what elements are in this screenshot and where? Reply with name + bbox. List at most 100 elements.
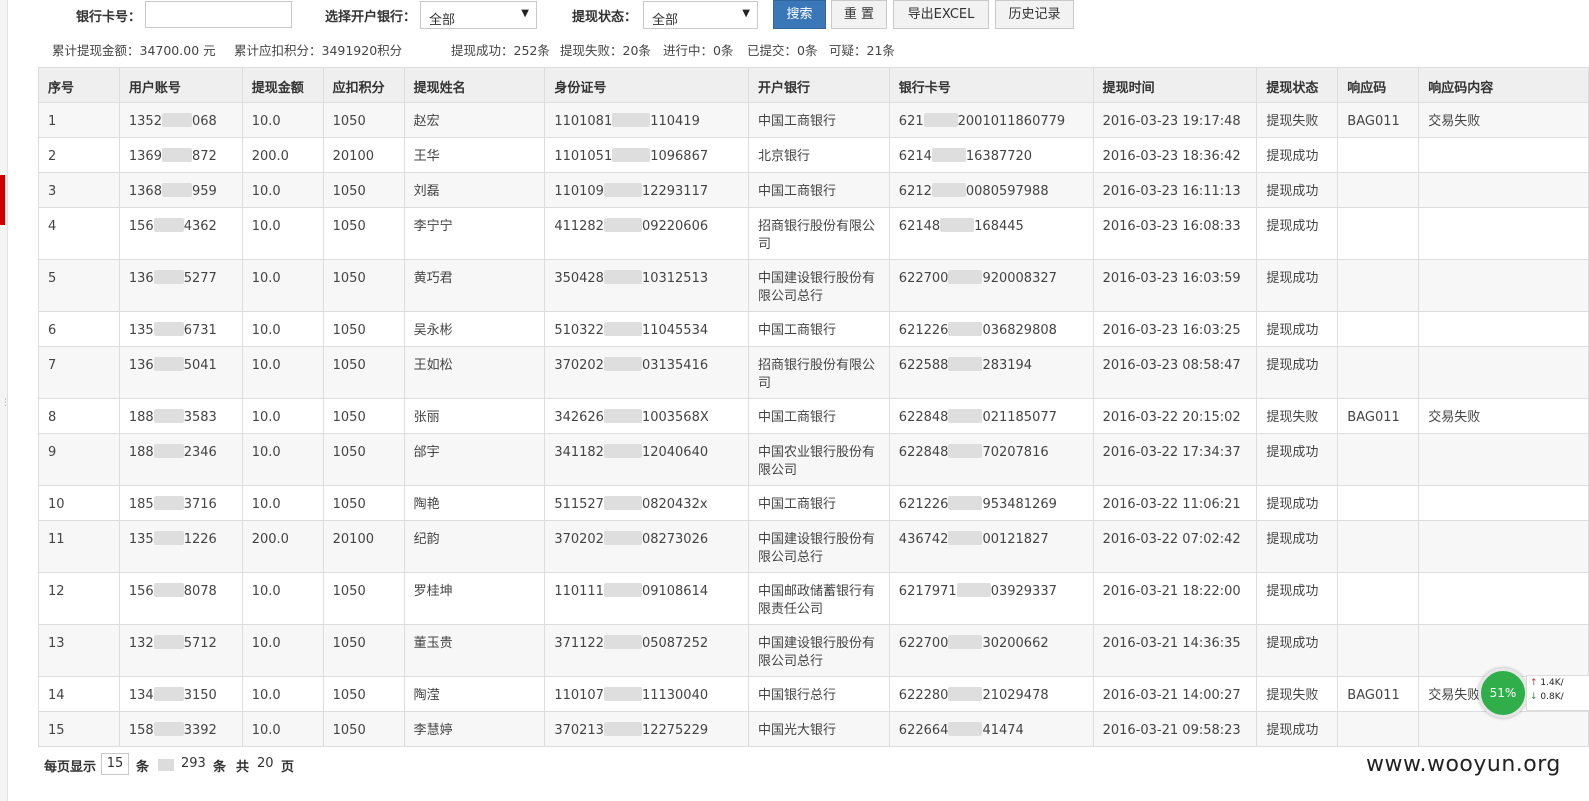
cell-card: 621 2001011860779 bbox=[888, 102, 1094, 138]
cell-time: 2016-03-23 16:08:33 bbox=[1092, 207, 1258, 260]
account-suffix: 1226 bbox=[183, 532, 217, 547]
col-header[interactable]: 用户账号 bbox=[118, 67, 243, 103]
bank-name: 中国建设银行股份有限公司总行 bbox=[758, 636, 876, 669]
cell-points: 1050 bbox=[322, 676, 405, 712]
masked-value bbox=[153, 635, 184, 649]
points: 1050 bbox=[332, 636, 366, 651]
bank-name: 中国工商银行 bbox=[758, 410, 837, 425]
points: 20100 bbox=[332, 149, 374, 164]
cell-status: 提现成功 bbox=[1256, 172, 1339, 208]
row-index: 3 bbox=[48, 184, 57, 199]
masked-value bbox=[612, 148, 651, 162]
filter-bar: 银行卡号： 选择开户银行： 全部 ▼ 提现状态： 全部 ▼ 搜索 重 置 导出E… bbox=[0, 0, 1589, 32]
card-number-input[interactable] bbox=[145, 1, 292, 28]
cell-bank: 中国建设银行股份有限公司总行 bbox=[748, 520, 890, 573]
masked-value bbox=[948, 322, 983, 336]
col-header[interactable]: 提现时间 bbox=[1092, 67, 1258, 103]
cell-points: 1050 bbox=[322, 346, 405, 399]
masked-value bbox=[153, 687, 184, 701]
col-header[interactable]: 提现姓名 bbox=[403, 67, 546, 103]
cell-code-msg bbox=[1418, 520, 1589, 573]
cell-status: 提现成功 bbox=[1256, 259, 1339, 312]
speed-panel: ↑ 1.4K/ ↓ 0.8K/ bbox=[1526, 675, 1589, 711]
masked-value bbox=[161, 113, 192, 127]
status-text: 提现成功 bbox=[1266, 636, 1319, 651]
cell-points: 1050 bbox=[322, 259, 405, 312]
points: 1050 bbox=[332, 688, 366, 703]
amount: 10.0 bbox=[251, 636, 281, 651]
bank-name: 中国邮政储蓄银行有限责任公司 bbox=[758, 584, 876, 617]
withdraw-time: 2016-03-21 14:00:27 bbox=[1102, 688, 1241, 703]
bank-select[interactable]: 全部 ▼ bbox=[420, 1, 537, 29]
holder-name: 赵宏 bbox=[413, 114, 440, 129]
cell-id: 1101051 1096867 bbox=[544, 137, 750, 173]
chevron-down-icon: ▼ bbox=[521, 8, 529, 19]
col-header[interactable]: 银行卡号 bbox=[888, 67, 1094, 103]
card-prefix: 622280 bbox=[898, 688, 949, 703]
amount: 10.0 bbox=[251, 445, 281, 460]
cell-id: 370202 03135416 bbox=[544, 346, 750, 399]
holder-name: 黄巧君 bbox=[413, 271, 453, 286]
cell-account: 1352 068 bbox=[118, 102, 243, 138]
cell-code bbox=[1337, 259, 1420, 312]
account-prefix: 188 bbox=[128, 445, 154, 460]
history-button[interactable]: 历史记录 bbox=[995, 0, 1074, 29]
col-header[interactable]: 响应码 bbox=[1337, 67, 1420, 103]
cell-index: 15 bbox=[38, 711, 120, 747]
col-header[interactable]: 身份证号 bbox=[544, 67, 750, 103]
cell-index: 8 bbox=[38, 398, 120, 434]
masked-value bbox=[948, 496, 983, 510]
masked-value bbox=[603, 270, 642, 284]
amount: 10.0 bbox=[251, 584, 281, 599]
export-excel-button[interactable]: 导出EXCEL bbox=[893, 0, 989, 29]
cell-code-msg bbox=[1418, 346, 1589, 399]
cell-id: 110107 11130040 bbox=[544, 676, 750, 712]
status-select[interactable]: 全部 ▼ bbox=[643, 1, 758, 29]
bank-name: 中国建设银行股份有限公司总行 bbox=[758, 532, 876, 565]
masked-value bbox=[603, 687, 642, 701]
masked-value bbox=[931, 148, 966, 162]
speed-ball[interactable]: 51% bbox=[1478, 668, 1528, 718]
col-header[interactable]: 提现状态 bbox=[1256, 67, 1339, 103]
account-suffix: 5277 bbox=[183, 271, 217, 286]
col-header[interactable]: 提现金额 bbox=[241, 67, 324, 103]
col-header[interactable]: 序号 bbox=[38, 67, 120, 103]
cell-code bbox=[1337, 520, 1420, 573]
bank-name: 中国工商银行 bbox=[758, 184, 837, 199]
per-page-input[interactable]: 15 bbox=[101, 753, 129, 775]
account-prefix: 134 bbox=[128, 688, 154, 703]
masked-value bbox=[153, 444, 184, 458]
id-prefix: 371122 bbox=[554, 636, 604, 651]
cell-code: BAG011 bbox=[1337, 398, 1420, 434]
amount: 10.0 bbox=[251, 723, 281, 738]
resize-grip-icon[interactable]: ⋮ bbox=[1, 399, 10, 414]
cell-card: 622664 41474 bbox=[888, 711, 1094, 747]
table-row: 13 132 5712 10.0 1050 董玉贵 371122 05087252 中国建设银行… bbox=[38, 624, 1589, 677]
card-suffix: 41474 bbox=[982, 723, 1024, 738]
card-prefix: 622588 bbox=[898, 358, 949, 373]
cell-name: 王华 bbox=[403, 137, 546, 173]
success-count: 提现成功：252条 bbox=[451, 43, 550, 58]
table-row: 15 158 3392 10.0 1050 李慧婷 370213 12275229 中国光大银行… bbox=[38, 711, 1589, 747]
masked-value bbox=[603, 218, 642, 232]
cell-code bbox=[1337, 624, 1420, 677]
id-suffix: 11130040 bbox=[641, 688, 709, 703]
masked-value bbox=[948, 270, 983, 284]
col-header[interactable]: 响应码内容 bbox=[1418, 67, 1589, 103]
account-prefix: 136 bbox=[128, 358, 154, 373]
cell-account: 136 5277 bbox=[118, 259, 243, 312]
masked-value bbox=[153, 583, 184, 597]
cell-status: 提现成功 bbox=[1256, 572, 1339, 625]
per-page-unit: 条 bbox=[136, 760, 150, 775]
cell-card: 62148 168445 bbox=[888, 207, 1094, 260]
watermark: www.wooyun.org bbox=[1366, 752, 1561, 777]
cell-code-msg bbox=[1418, 572, 1589, 625]
col-header[interactable]: 开户银行 bbox=[748, 67, 890, 103]
search-button[interactable]: 搜索 bbox=[773, 0, 826, 29]
cell-card: 436742 00121827 bbox=[888, 520, 1094, 573]
row-index: 11 bbox=[48, 532, 65, 547]
reset-button[interactable]: 重 置 bbox=[831, 0, 887, 29]
col-header[interactable]: 应扣积分 bbox=[322, 67, 405, 103]
holder-name: 邰宇 bbox=[413, 445, 440, 460]
cell-name: 王如松 bbox=[403, 346, 546, 399]
